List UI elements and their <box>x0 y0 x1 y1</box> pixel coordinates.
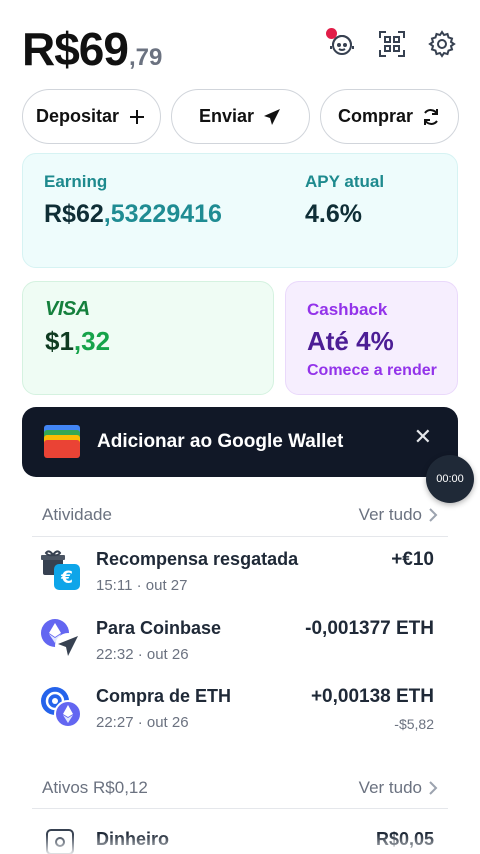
activity-row[interactable]: Compra de ETH 22:27 · out 26 +0,00138 ET… <box>40 686 436 742</box>
gear-icon[interactable] <box>426 28 458 60</box>
activity-title: Recompensa resgatada <box>96 549 299 569</box>
cashback-value: Até 4% <box>307 326 394 356</box>
action-buttons: Depositar Enviar Comprar <box>22 89 459 144</box>
visa-balance: $1,32 <box>45 326 110 357</box>
earning-value-dec: ,53229416 <box>103 200 222 228</box>
activity-row[interactable]: Para Coinbase 22:32 · out 26 -0,001377 E… <box>40 618 436 674</box>
google-wallet-icon <box>44 425 80 458</box>
cashback-cta[interactable]: Comece a render <box>307 362 437 380</box>
divider <box>32 808 448 809</box>
visa-card[interactable]: VISA $1,32 <box>22 281 274 395</box>
eth-send-icon <box>41 619 81 659</box>
gift-euro-icon: € <box>41 550 80 590</box>
assets-title: Ativos R$0,12 <box>42 778 148 797</box>
activity-see-all-label: Ver tudo <box>358 505 422 524</box>
earning-value: R$62,53229416 <box>44 200 222 229</box>
balance-cents: ,79 <box>128 44 163 71</box>
assets-see-all-label: Ver tudo <box>358 778 422 797</box>
activity-title: Compra de ETH <box>96 686 232 706</box>
chevron-right-icon <box>429 508 438 522</box>
buy-label: Comprar <box>337 106 413 126</box>
total-balance[interactable]: R$69 ,79 <box>22 22 162 76</box>
deposit-label: Depositar <box>35 106 120 126</box>
visa-value-int: $1 <box>45 326 74 356</box>
activity-time: 22:27 · out 26 <box>96 714 189 731</box>
chevron-right-icon <box>429 781 438 795</box>
apy-label: APY atual <box>305 172 385 191</box>
close-icon[interactable]: ✕ <box>414 424 432 450</box>
send-icon <box>264 108 281 125</box>
send-button[interactable]: Enviar <box>171 89 310 144</box>
refresh-icon <box>424 108 438 125</box>
activity-see-all[interactable]: Ver tudo <box>359 505 438 525</box>
scroll-fade <box>0 834 480 854</box>
activity-row[interactable]: € Recompensa resgatada 15:11 · out 27 +€… <box>40 549 436 605</box>
svg-text:€: € <box>60 568 73 588</box>
assets-header: Ativos R$0,12 Ver tudo <box>42 778 438 798</box>
earning-label: Earning <box>44 172 108 191</box>
header: R$69 ,79 <box>0 0 480 80</box>
activity-time: 22:32 · out 26 <box>96 646 189 663</box>
visa-logo: VISA <box>45 298 90 320</box>
support-agent-icon[interactable] <box>326 28 358 60</box>
activity-header: Atividade Ver tudo <box>42 505 438 525</box>
eth-buy-icon <box>41 687 82 728</box>
divider <box>32 536 448 537</box>
recording-timer[interactable]: 00:00 <box>426 455 474 503</box>
earning-value-int: R$62 <box>44 200 104 228</box>
activity-title: Para Coinbase <box>96 618 222 638</box>
deposit-button[interactable]: Depositar <box>22 89 161 144</box>
header-icons <box>326 28 458 60</box>
send-label: Enviar <box>198 106 255 126</box>
activity-amount: +0,00138 ETH <box>310 686 434 707</box>
earning-card[interactable]: Earning R$62,53229416 APY atual 4.6% <box>22 153 458 268</box>
wallet-banner-text: Adicionar ao Google Wallet <box>97 431 344 452</box>
activity-fiat-amount: -$5,82 <box>394 716 434 732</box>
activity-amount: +€10 <box>391 549 434 570</box>
assets-see-all[interactable]: Ver tudo <box>359 778 438 798</box>
notification-dot <box>326 28 337 39</box>
buy-button[interactable]: Comprar <box>320 89 459 144</box>
cashback-label: Cashback <box>307 300 388 319</box>
activity-title: Atividade <box>42 505 112 524</box>
cashback-card[interactable]: Cashback Até 4% Comece a render <box>285 281 458 395</box>
apy-value: 4.6% <box>305 200 362 228</box>
visa-value-dec: ,32 <box>73 326 111 356</box>
balance-main: R$69 <box>22 23 129 75</box>
plus-icon <box>130 109 145 124</box>
qr-scan-icon[interactable] <box>376 28 408 60</box>
activity-time: 15:11 · out 27 <box>96 577 188 594</box>
activity-amount: -0,001377 ETH <box>305 618 434 639</box>
google-wallet-banner[interactable]: Adicionar ao Google Wallet ✕ <box>22 407 458 477</box>
